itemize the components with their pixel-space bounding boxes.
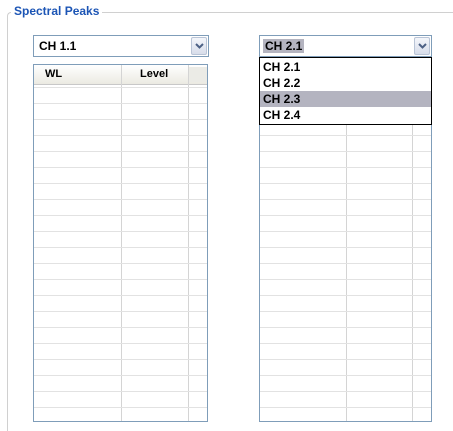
channel-2-dropdown-list[interactable]: CH 2.1 CH 2.2 CH 2.3 CH 2.4 xyxy=(259,57,432,125)
group-title: Spectral Peaks xyxy=(11,4,103,18)
channel-1-select[interactable]: CH 1.1 xyxy=(33,35,209,57)
table-row xyxy=(34,135,207,136)
table-row xyxy=(34,295,207,296)
table-row xyxy=(34,87,207,88)
table-row xyxy=(260,359,431,360)
table-row xyxy=(260,375,431,376)
channel-1-select-value: CH 1.1 xyxy=(39,39,77,53)
table-row xyxy=(34,231,207,232)
table-row xyxy=(34,199,207,200)
table-row xyxy=(260,295,431,296)
channel-2-select[interactable]: CH 2.1 xyxy=(259,35,432,57)
column-header-level[interactable]: Level xyxy=(140,65,168,84)
header-spacer xyxy=(188,67,207,82)
table-row xyxy=(260,183,431,184)
table-row xyxy=(34,151,207,152)
table-row xyxy=(260,215,431,216)
table-row xyxy=(34,327,207,328)
column-header-wl[interactable]: WL xyxy=(45,65,62,84)
table-row xyxy=(260,407,431,408)
table-row xyxy=(260,327,431,328)
table-row xyxy=(260,247,431,248)
table-row xyxy=(260,135,431,136)
dropdown-option[interactable]: CH 2.4 xyxy=(260,107,431,123)
table-row xyxy=(34,407,207,408)
table-row xyxy=(34,103,207,104)
table-row xyxy=(34,279,207,280)
table-row xyxy=(260,167,431,168)
table-row xyxy=(260,343,431,344)
channel-2-select-value: CH 2.1 xyxy=(263,39,305,53)
table-row xyxy=(260,199,431,200)
table-row xyxy=(34,359,207,360)
table-row xyxy=(34,375,207,376)
table-row xyxy=(34,391,207,392)
chevron-down-icon[interactable] xyxy=(414,37,430,55)
table-row xyxy=(260,151,431,152)
dropdown-option[interactable]: CH 2.2 xyxy=(260,75,431,91)
table-row xyxy=(34,343,207,344)
table-row xyxy=(260,311,431,312)
table-row xyxy=(34,215,207,216)
table-row xyxy=(34,311,207,312)
chevron-down-icon[interactable] xyxy=(191,37,207,55)
channel-1-peaks-table[interactable]: WL Level xyxy=(33,64,208,422)
table-row xyxy=(34,263,207,264)
dropdown-option[interactable]: CH 2.1 xyxy=(260,59,431,75)
table-row xyxy=(260,263,431,264)
table-row xyxy=(34,119,207,120)
table-row xyxy=(260,279,431,280)
table-row xyxy=(260,231,431,232)
dropdown-option-highlighted[interactable]: CH 2.3 xyxy=(260,91,431,107)
table-row xyxy=(34,167,207,168)
table-row xyxy=(34,247,207,248)
table-row xyxy=(260,391,431,392)
table-row xyxy=(34,183,207,184)
